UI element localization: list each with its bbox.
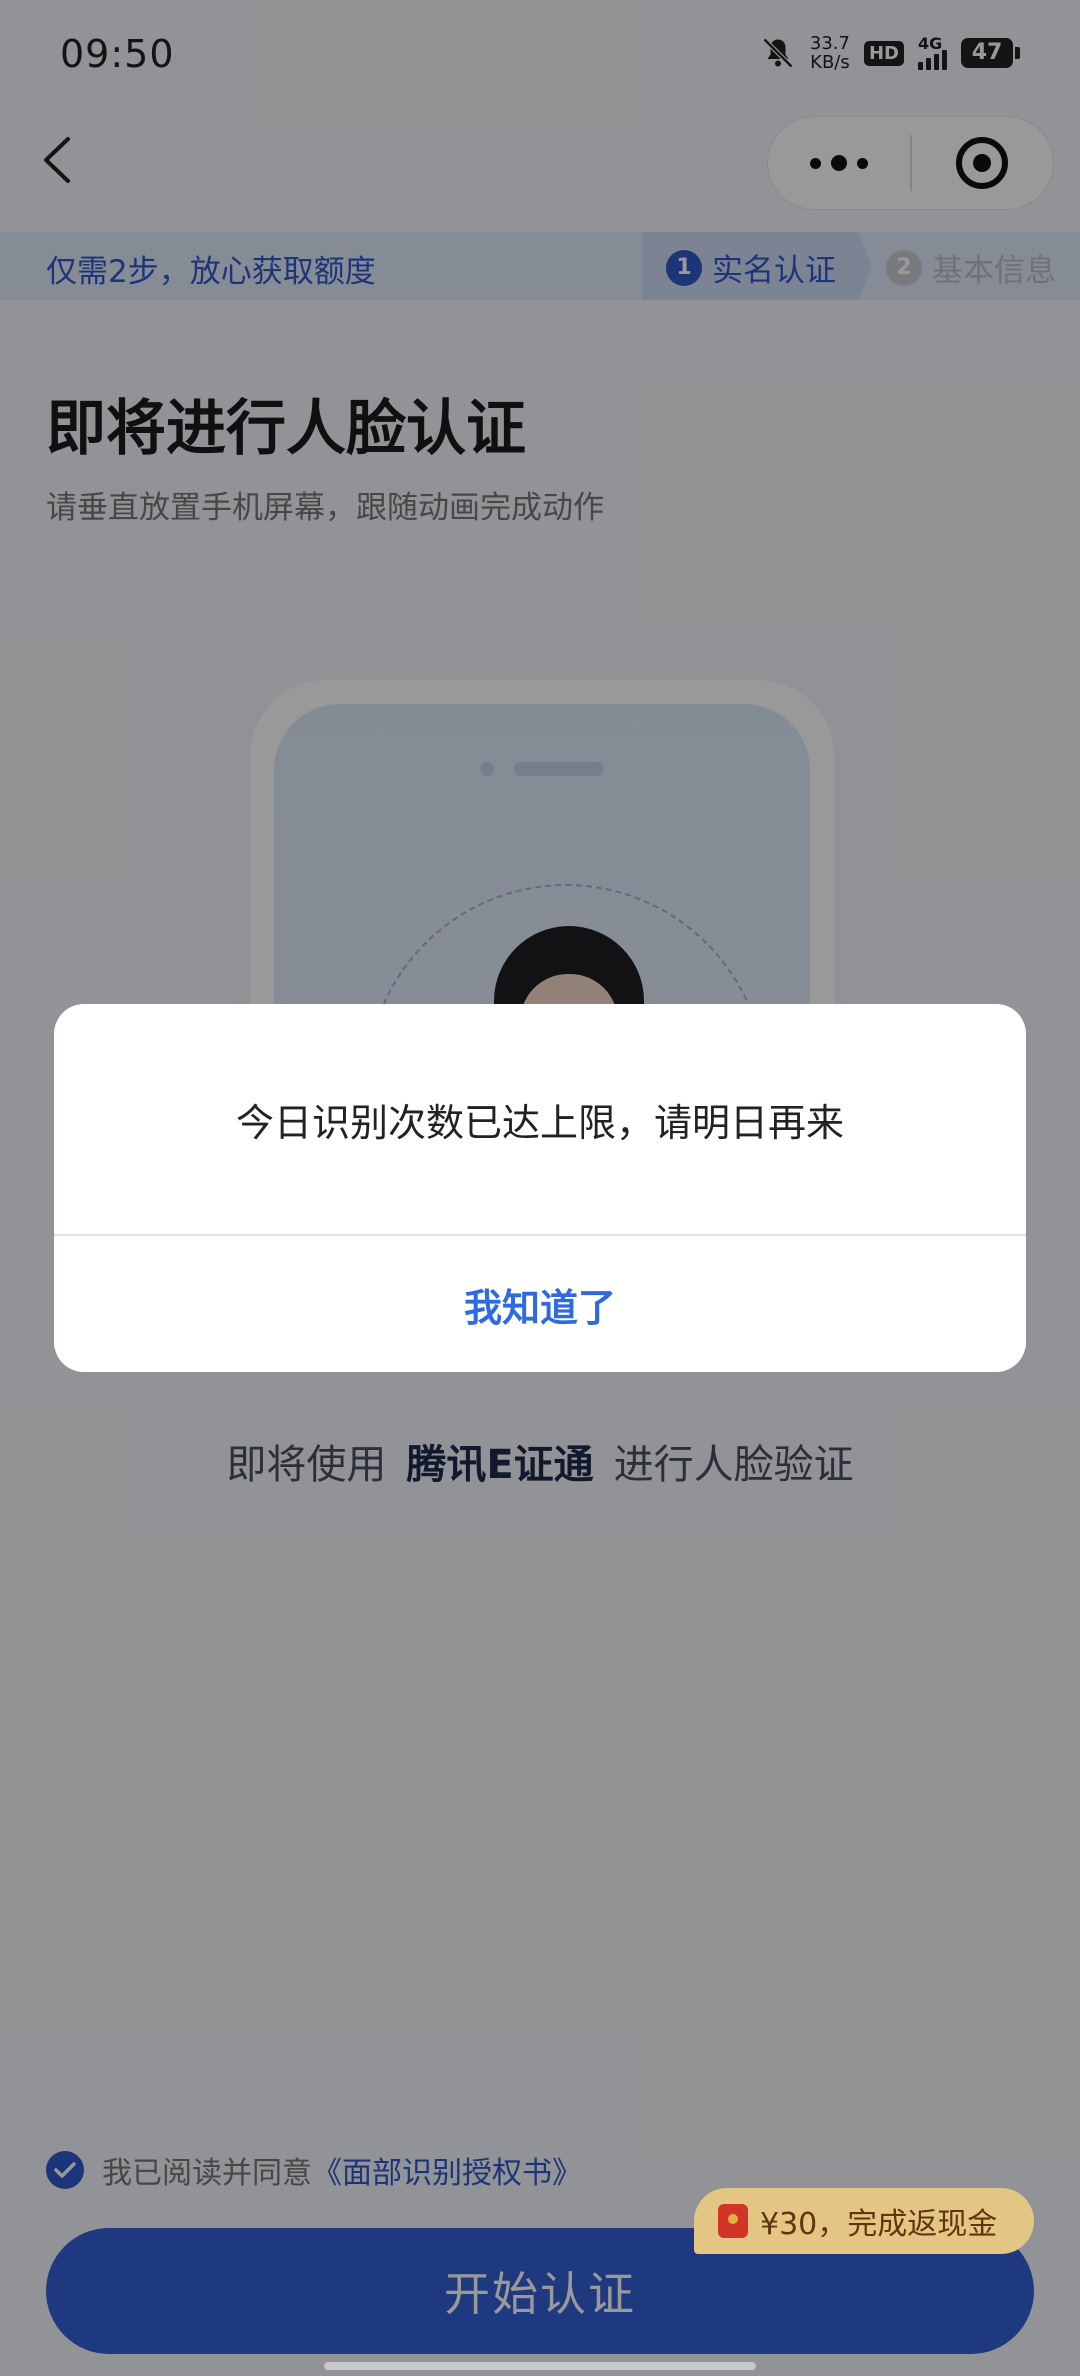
limit-reached-dialog: 今日识别次数已达上限，请明日再来 我知道了 <box>54 1004 1026 1372</box>
cashback-badge[interactable]: ¥30，完成返现金 <box>694 2188 1034 2254</box>
dialog-message: 今日识别次数已达上限，请明日再来 <box>235 1100 844 1145</box>
red-packet-icon <box>718 2204 748 2238</box>
home-indicator[interactable] <box>324 2362 756 2370</box>
cashback-text: ¥30，完成返现金 <box>760 2207 998 2242</box>
dialog-confirm-button[interactable]: 我知道了 <box>54 1236 1026 1372</box>
